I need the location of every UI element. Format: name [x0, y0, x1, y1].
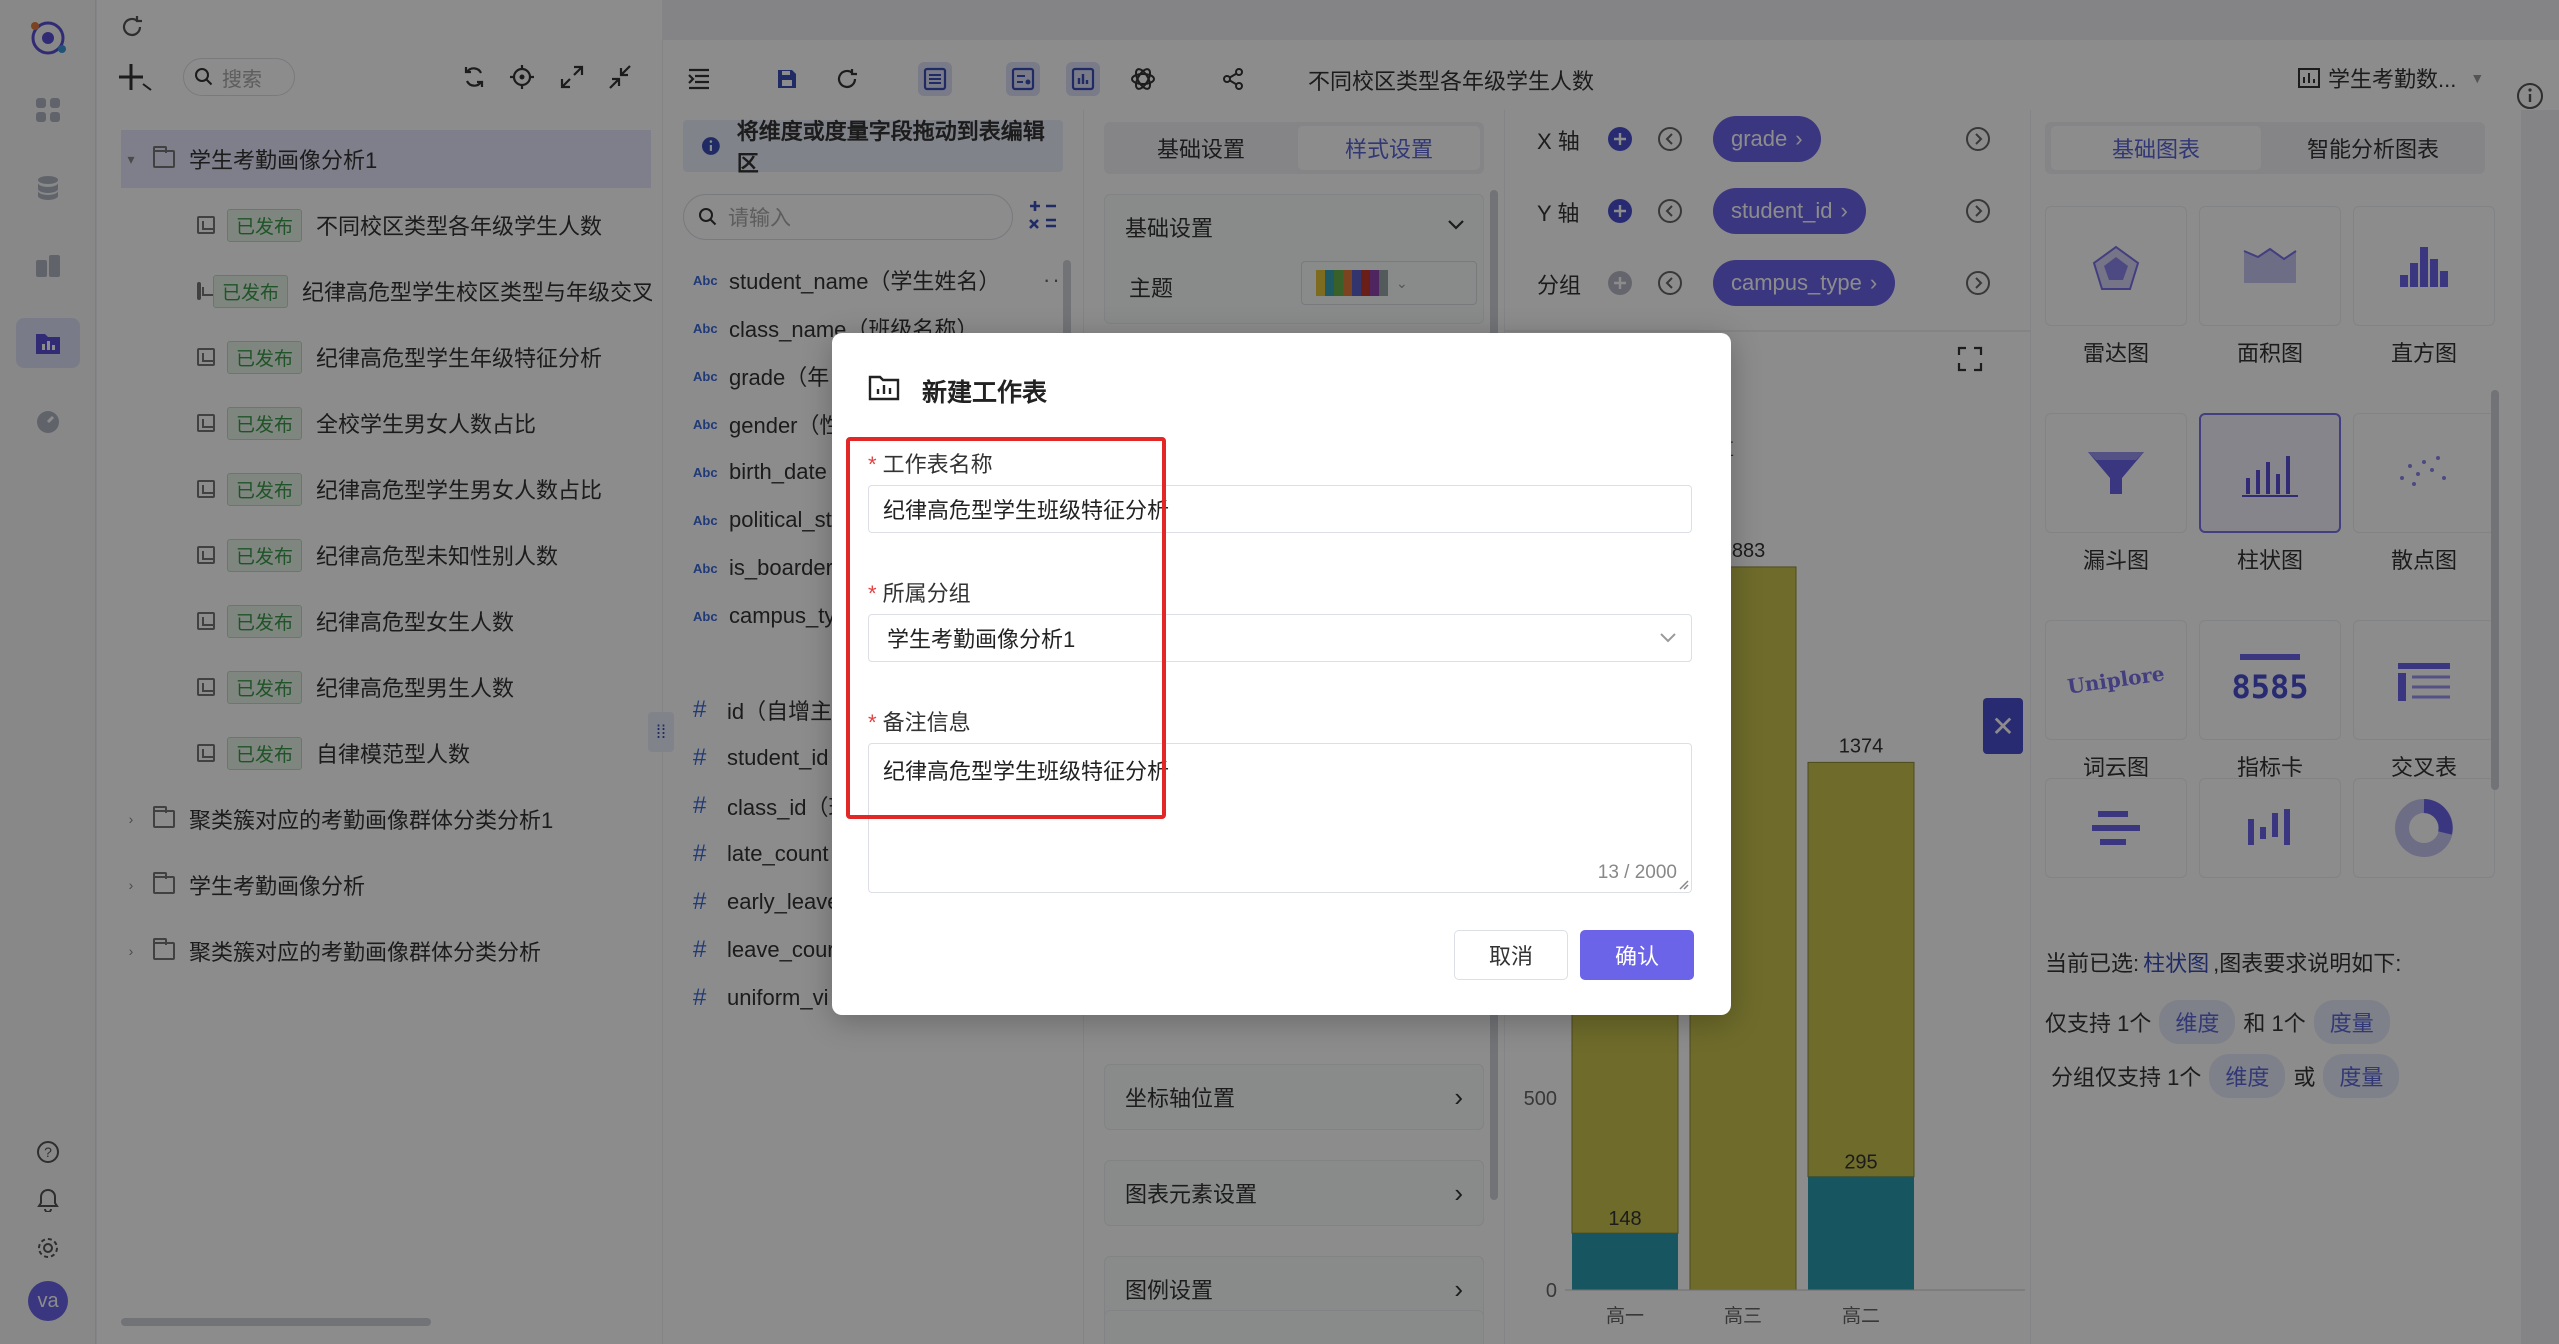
remark-label: * 备注信息	[868, 710, 971, 735]
group-select[interactable]: 学生考勤画像分析1	[868, 614, 1692, 662]
cancel-button[interactable]: 取消	[1454, 930, 1568, 980]
dialog-title: 新建工作表	[922, 379, 1048, 407]
name-label: * 工作表名称	[868, 452, 993, 477]
chevron-down-icon	[1660, 633, 1676, 643]
worksheet-name-value: 纪律高危型学生班级特征分析	[883, 498, 1170, 523]
group-select-value: 学生考勤画像分析1	[887, 627, 1076, 652]
group-label-text: 所属分组	[882, 581, 971, 606]
remark-textarea[interactable]: 纪律高危型学生班级特征分析 13 / 2000	[868, 743, 1692, 893]
group-label: * 所属分组	[868, 581, 971, 606]
resize-handle-icon[interactable]	[1677, 878, 1689, 890]
char-counter: 13 / 2000	[1597, 862, 1677, 883]
worksheet-folder-icon	[868, 373, 900, 401]
confirm-button[interactable]: 确认	[1580, 930, 1694, 980]
worksheet-name-input[interactable]: 纪律高危型学生班级特征分析	[868, 485, 1692, 533]
new-worksheet-dialog: 新建工作表 * 工作表名称 纪律高危型学生班级特征分析 * 所属分组 学生考勤画像分…	[832, 333, 1731, 1015]
remark-value: 纪律高危型学生班级特征分析	[883, 759, 1170, 784]
remark-label-text: 备注信息	[882, 710, 971, 735]
name-label-text: 工作表名称	[882, 452, 993, 477]
